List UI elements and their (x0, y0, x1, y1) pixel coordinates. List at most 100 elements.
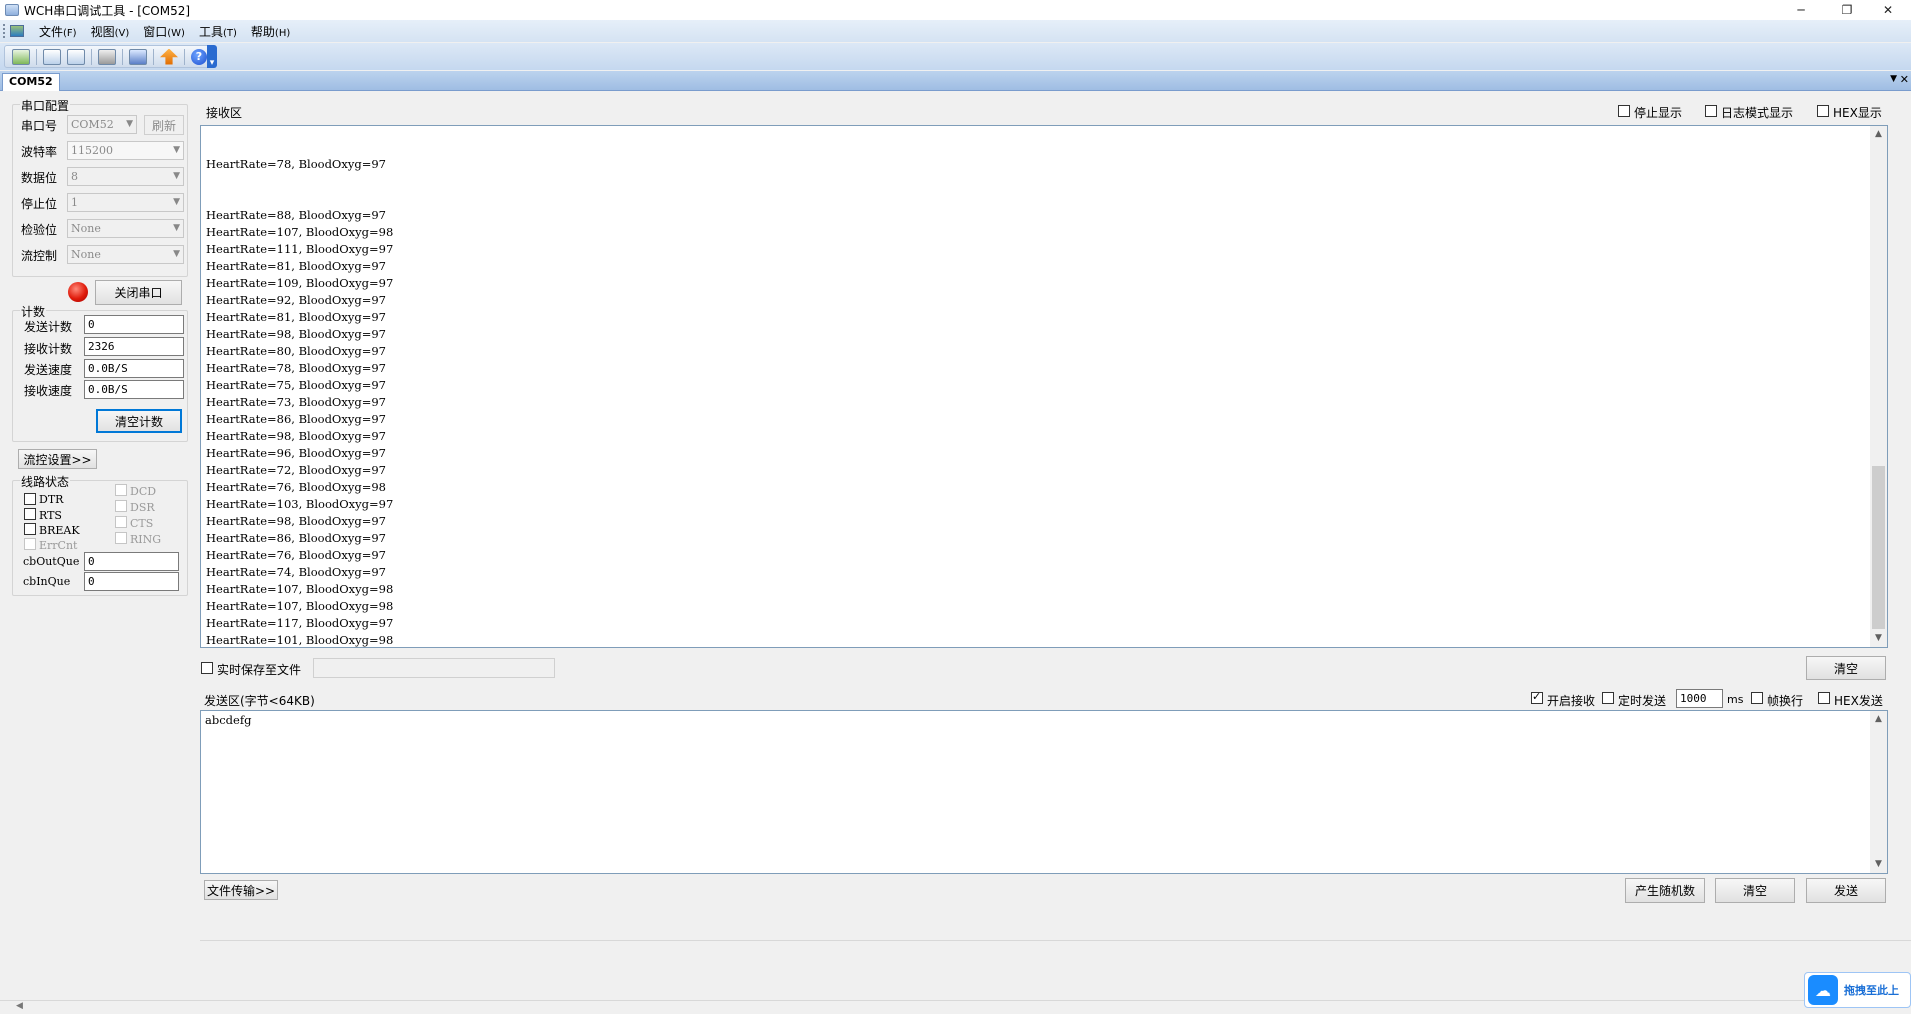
flow-select[interactable]: None ▼ (67, 245, 184, 264)
stop-display-label: 停止显示 (1634, 106, 1683, 120)
receive-line: HeartRate=78, BloodOxyg=97 (206, 361, 386, 375)
tab-list-icon[interactable]: ▼ (1890, 74, 1897, 84)
restore-button[interactable]: ❐ (1824, 0, 1870, 20)
menu-file[interactable]: 文件(F) (32, 23, 84, 40)
minimize-button[interactable]: ─ (1778, 0, 1824, 20)
cloud-icon: ☁ (1808, 975, 1838, 1005)
log-mode-label: 日志模式显示 (1721, 106, 1794, 120)
toolbar-separator (91, 48, 92, 65)
receive-line: HeartRate=75, BloodOxyg=97 (206, 378, 386, 392)
toolbar: ? ▾ (0, 43, 1911, 70)
menu-view[interactable]: 视图(V) (84, 23, 137, 40)
receive-line-list: HeartRate=88, BloodOxyg=97 HeartRate=107,… (206, 207, 393, 647)
close-port-button[interactable]: 关闭串口 (95, 280, 182, 305)
receive-line: HeartRate=86, BloodOxyg=97 (206, 531, 386, 545)
timed-send-checkbox[interactable] (1602, 692, 1614, 704)
databits-select[interactable]: 8 ▼ (67, 167, 184, 186)
menu-window[interactable]: 窗口(W) (136, 23, 192, 40)
save-to-file-checkbox[interactable] (201, 662, 213, 674)
line-status-title: 线路状态 (20, 473, 71, 490)
layout-vertical-icon[interactable] (67, 48, 85, 65)
interval-input[interactable]: 1000 (1676, 689, 1723, 708)
newline-checkbox[interactable] (1751, 692, 1763, 704)
port-label: 串口号 (21, 119, 58, 133)
port-select[interactable]: COM52 ▼ (67, 115, 137, 134)
chevron-down-icon: ▼ (173, 145, 180, 155)
tab-close-icon[interactable]: ✕ (1900, 73, 1909, 86)
recv-count-field: 2326 (84, 337, 184, 356)
clear-count-button[interactable]: 清空计数 (96, 409, 182, 433)
clear-send-button[interactable]: 清空 (1715, 878, 1795, 903)
receive-scrollbar[interactable]: ▲ ▼ (1870, 126, 1887, 647)
errcnt-checkbox (24, 538, 36, 550)
horizontal-scrollbar[interactable]: ◀ (0, 1000, 1911, 1014)
cboutque-label: cbOutQue (23, 555, 80, 568)
timed-send-label: 定时发送 (1618, 694, 1667, 708)
dsr-indicator (115, 500, 127, 512)
send-text-area[interactable]: abcdefg ▲ ▼ (200, 710, 1888, 874)
baud-select[interactable]: 115200 ▼ (67, 141, 184, 160)
parity-select[interactable]: None ▼ (67, 219, 184, 238)
connect-icon[interactable] (12, 48, 30, 65)
upload-icon[interactable] (160, 48, 178, 65)
scroll-up-icon[interactable]: ▲ (1870, 126, 1887, 143)
scroll-thumb[interactable] (1872, 466, 1885, 629)
tab-com52[interactable]: COM52 (2, 73, 60, 91)
receive-line: HeartRate=80, BloodOxyg=97 (206, 344, 386, 358)
hex-display-label: HEX显示 (1833, 106, 1882, 120)
receive-line: HeartRate=92, BloodOxyg=97 (206, 293, 386, 307)
receive-line: HeartRate=73, BloodOxyg=97 (206, 395, 386, 409)
recv-rate-label: 接收速度 (24, 384, 73, 398)
menu-help[interactable]: 帮助(H) (244, 23, 297, 40)
layout-horizontal-icon[interactable] (43, 48, 61, 65)
stop-display-checkbox[interactable] (1618, 105, 1630, 117)
receive-line: HeartRate=88, BloodOxyg=97 (206, 208, 386, 222)
cts-label: CTS (130, 517, 154, 530)
scroll-down-icon[interactable]: ▼ (1870, 630, 1887, 647)
drag-drop-widget[interactable]: ☁ 拖拽至此上 (1804, 972, 1911, 1008)
send-content: abcdefg (205, 713, 252, 727)
send-button[interactable]: 发送 (1806, 878, 1886, 903)
document-tab-strip: COM52 ▼ ✕ (0, 71, 1911, 91)
scroll-down-icon[interactable]: ▼ (1870, 856, 1887, 873)
toolbar-separator (36, 48, 37, 65)
enable-receive-checkbox[interactable] (1531, 690, 1543, 704)
scroll-left-icon[interactable]: ◀ (16, 1001, 23, 1011)
random-button[interactable]: 产生随机数 (1625, 878, 1705, 903)
dtr-checkbox[interactable] (24, 493, 36, 505)
windows-icon[interactable] (129, 48, 147, 65)
app-icon (5, 4, 19, 16)
receive-line: HeartRate=76, BloodOxyg=97 (206, 548, 386, 562)
receive-line: HeartRate=98, BloodOxyg=97 (206, 429, 386, 443)
close-window-button[interactable]: ✕ (1865, 0, 1911, 20)
receive-text-area[interactable]: HeartRate=78, BloodOxyg=97 HeartRate=88,… (200, 125, 1888, 648)
scroll-up-icon[interactable]: ▲ (1870, 711, 1887, 728)
port-status-led-icon (68, 282, 88, 302)
break-checkbox[interactable] (24, 523, 36, 535)
title-bar: WCH串口调试工具 - [COM52] ─ ❐ ✕ (0, 0, 1911, 20)
newline-label: 帧换行 (1767, 694, 1804, 708)
app-menu-icon[interactable] (10, 25, 24, 37)
send-scrollbar[interactable]: ▲ ▼ (1870, 711, 1887, 873)
receive-line: HeartRate=98, BloodOxyg=97 (206, 327, 386, 341)
help-icon[interactable]: ? (191, 48, 207, 65)
receive-line: HeartRate=72, BloodOxyg=97 (206, 463, 386, 477)
rts-checkbox[interactable] (24, 508, 36, 520)
toolbar-overflow-icon[interactable]: ▾ (207, 45, 217, 68)
file-transfer-button[interactable]: 文件传输>> (204, 880, 278, 900)
hex-display-checkbox[interactable] (1817, 105, 1829, 117)
log-mode-checkbox[interactable] (1705, 105, 1717, 117)
toolbar-separator (122, 48, 123, 65)
grip-handle[interactable] (3, 24, 7, 38)
receive-line: HeartRate=81, BloodOxyg=97 (206, 259, 386, 273)
ring-label: RING (130, 533, 162, 546)
clear-receive-button[interactable]: 清空 (1806, 656, 1886, 680)
save-file-path-field[interactable] (313, 658, 555, 678)
flow-settings-button[interactable]: 流控设置>> (18, 449, 97, 469)
stopbits-select[interactable]: 1 ▼ (67, 193, 184, 212)
hex-send-checkbox[interactable] (1818, 692, 1830, 704)
refresh-button[interactable]: 刷新 (144, 115, 184, 135)
menu-tools[interactable]: 工具(T) (192, 23, 244, 40)
break-label: BREAK (39, 524, 80, 537)
calculator-icon[interactable] (98, 48, 116, 65)
